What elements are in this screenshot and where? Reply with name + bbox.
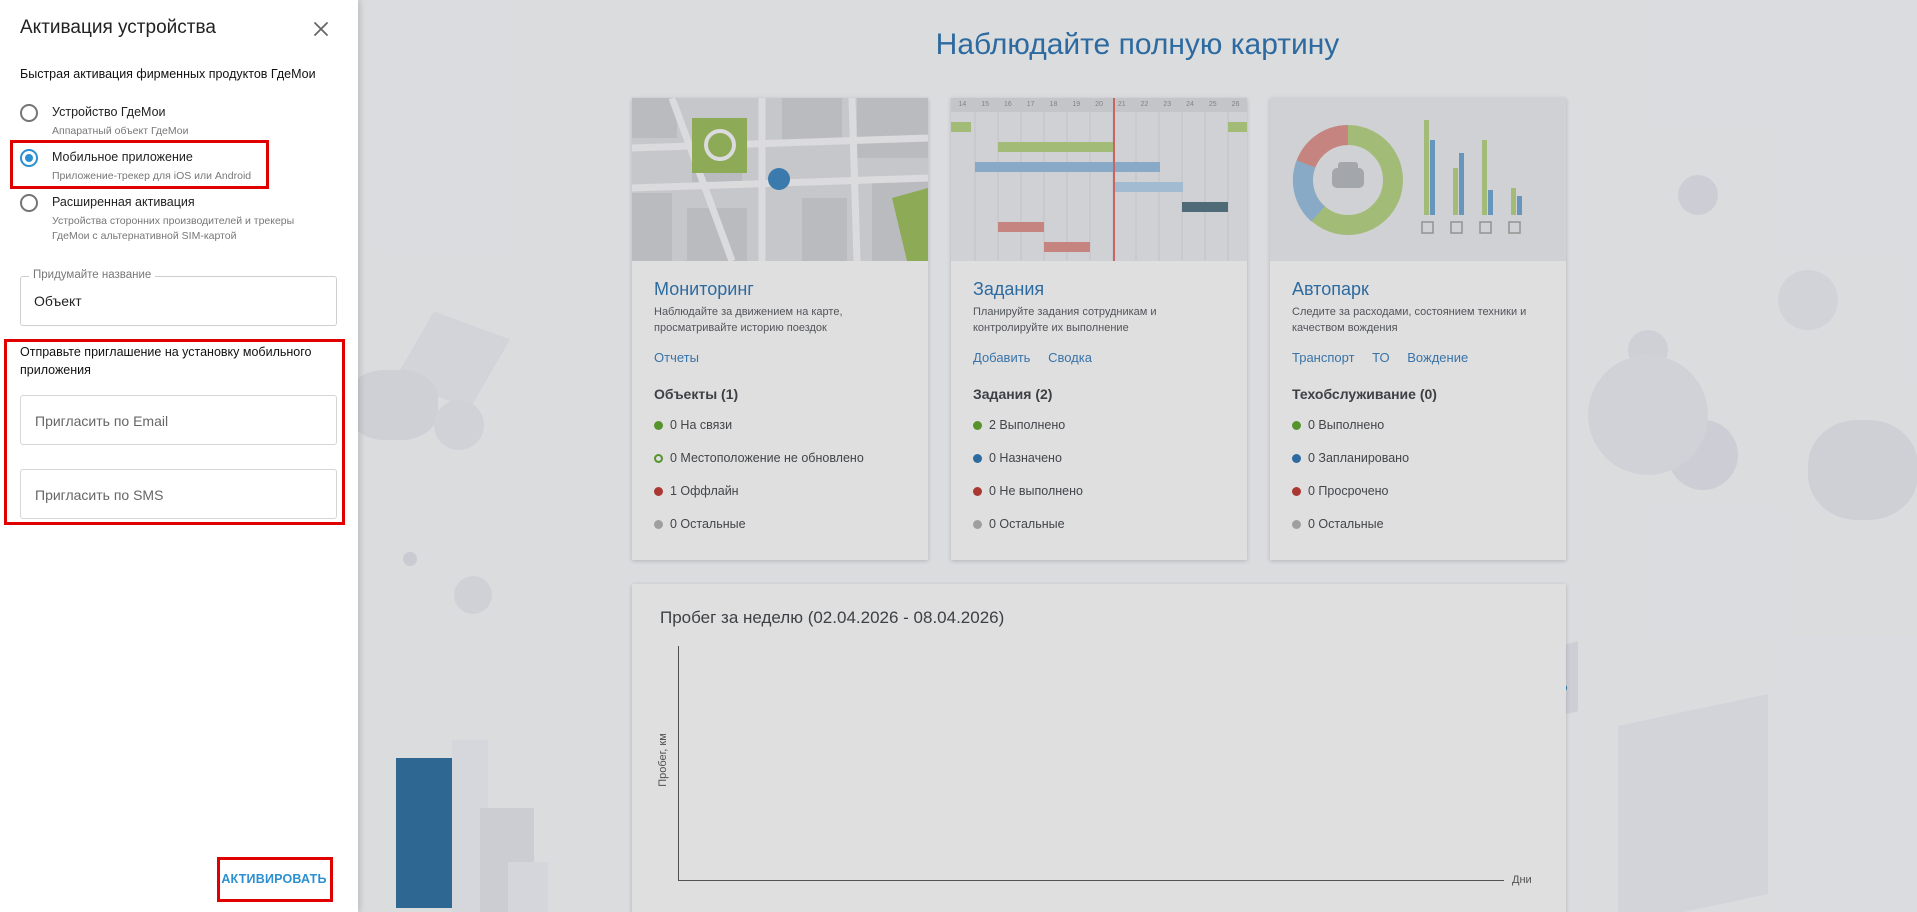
close-button[interactable]: [309, 17, 333, 41]
radio-label: Устройство ГдеМои: [52, 105, 166, 119]
radio-button-checked[interactable]: [20, 149, 38, 167]
object-name-value[interactable]: Объект: [34, 293, 82, 309]
device-activation-panel: Активация устройства Быстрая активация ф…: [0, 0, 358, 912]
invite-email-input[interactable]: Пригласить по Email: [20, 395, 337, 445]
modal-overlay[interactable]: [358, 0, 1917, 912]
field-label: Придумайте название: [29, 269, 156, 281]
email-placeholder: Пригласить по Email: [35, 413, 169, 429]
radio-hint: Приложение-трекер для iOS или Android: [52, 170, 252, 182]
invite-title: Отправьте приглашение на установку мобил…: [20, 345, 312, 377]
radio-button[interactable]: [20, 194, 38, 212]
close-icon: [314, 22, 328, 36]
panel-subtitle: Быстрая активация фирменных продуктов Гд…: [20, 67, 316, 81]
radio-label: Мобильное приложение: [52, 150, 193, 164]
radio-button[interactable]: [20, 104, 38, 122]
radio-hint-line: Устройства сторонних производителей и тр…: [52, 215, 295, 227]
sms-placeholder: Пригласить по SMS: [35, 487, 164, 503]
panel-title: Активация устройства: [20, 17, 216, 38]
radio-label: Расширенная активация: [52, 195, 195, 209]
radio-hint: Устройства сторонних производителей и тр…: [52, 214, 294, 244]
invite-sms-input[interactable]: Пригласить по SMS: [20, 469, 337, 519]
object-name-field[interactable]: Придумайте название Объект: [20, 269, 337, 326]
radio-hint: Аппаратный объект ГдеМои: [52, 125, 189, 137]
dashboard-background: Наблюдайте полную картину Мониторинг Наб…: [358, 0, 1917, 912]
radio-hint-line: ГдеМои с альтернативной SIM-картой: [52, 230, 237, 242]
activate-button[interactable]: АКТИВИРОВАТЬ: [218, 860, 330, 898]
